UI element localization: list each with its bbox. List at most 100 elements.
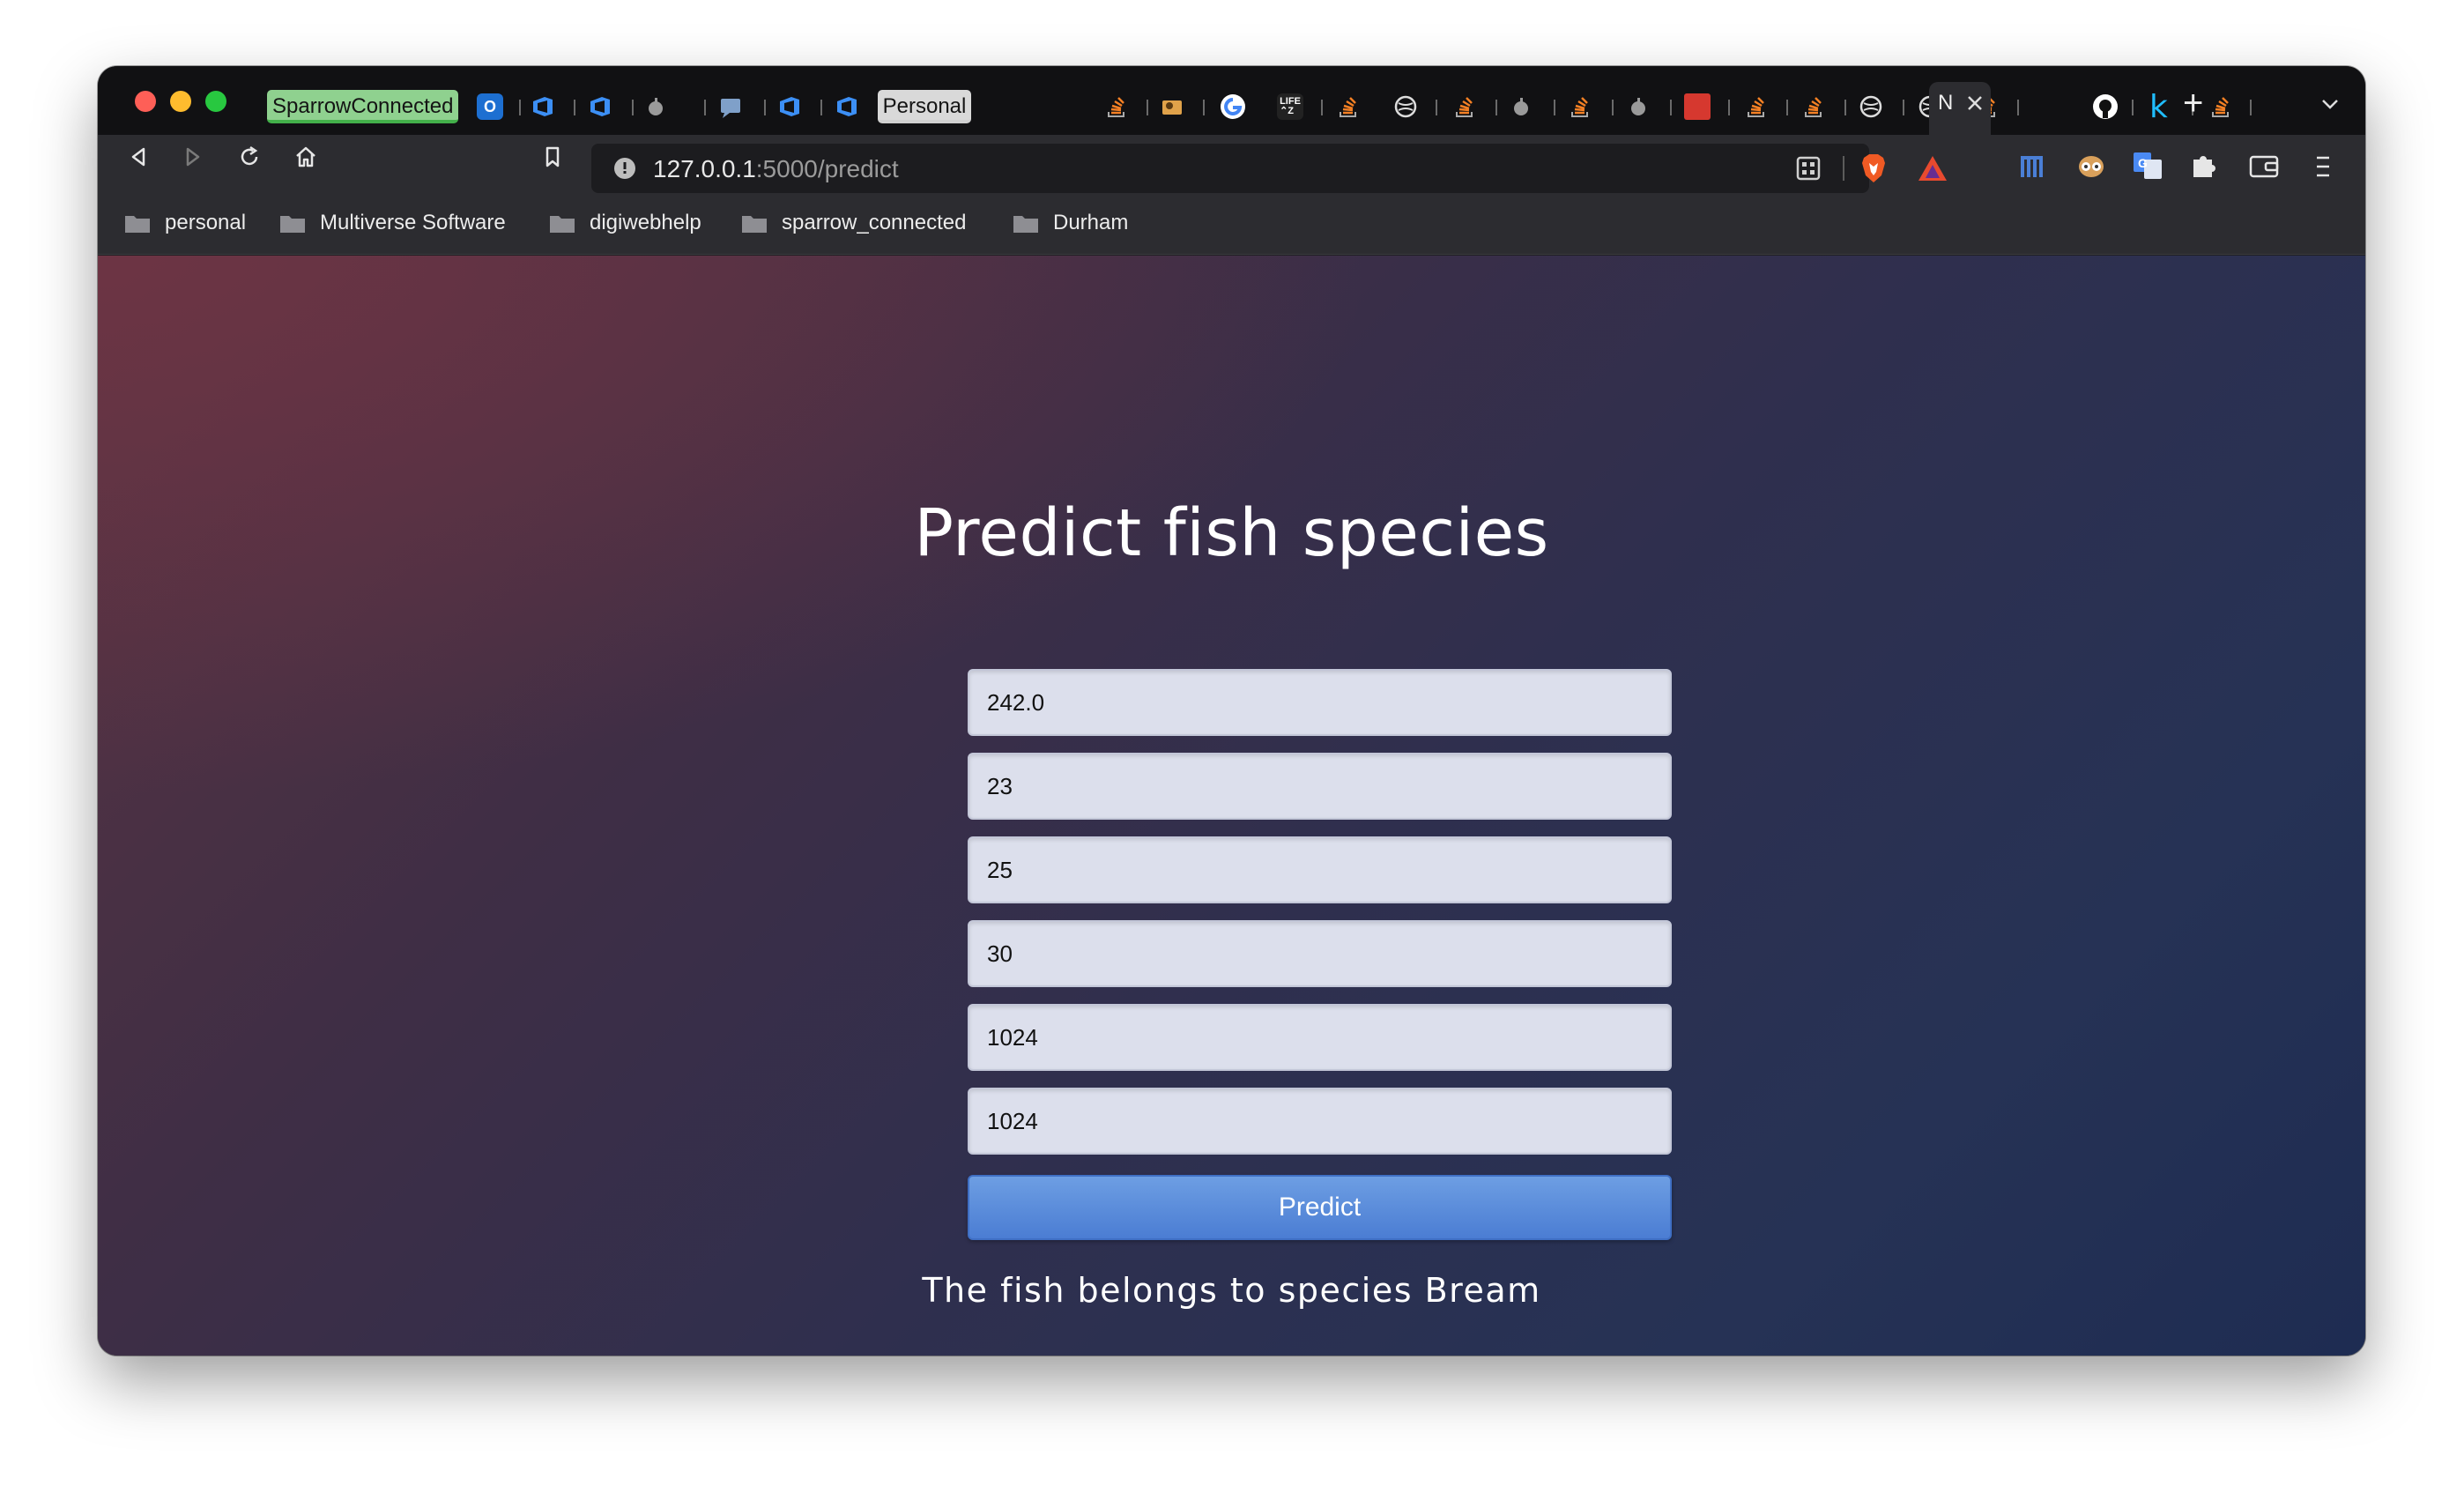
- feature-input[interactable]: [969, 671, 1670, 734]
- bookmark-folder-multiverse[interactable]: Multiverse Software: [279, 207, 506, 239]
- chevron-down-icon[interactable]: [2319, 93, 2342, 115]
- tab-globe-1[interactable]: [1393, 89, 1418, 124]
- back-button[interactable]: [121, 139, 156, 175]
- feedback-icon: [721, 99, 740, 118]
- prediction-result: The fish belongs to species Bream: [922, 1271, 1541, 1310]
- window-maximize-button[interactable]: [205, 91, 226, 112]
- active-tab-title: N: [1938, 91, 1954, 115]
- reload-icon: [241, 145, 258, 166]
- tab-apple-3[interactable]: [1627, 89, 1650, 124]
- input-field-3[interactable]: [968, 836, 1672, 903]
- feature-input[interactable]: [969, 754, 1670, 818]
- tab-strip: SparrowConnected O Personal LIFE ⌃Z N k …: [98, 66, 2365, 135]
- extension-mask-icon[interactable]: [2075, 152, 2107, 181]
- tab-github[interactable]: [2091, 89, 2119, 124]
- input-field-4[interactable]: [968, 920, 1672, 987]
- tab-lifectrlz[interactable]: LIFE ⌃Z: [1277, 89, 1303, 124]
- red-app-icon: [1684, 93, 1711, 120]
- url-path: :5000/predict: [755, 155, 899, 182]
- tab-globe-2[interactable]: [1859, 89, 1883, 124]
- tab-stackoverflow-2[interactable]: [1336, 89, 1361, 124]
- url-text[interactable]: 127.0.0.1:5000/predict: [653, 155, 899, 183]
- reload-button[interactable]: [232, 139, 267, 175]
- azure-devops-icon: [590, 97, 610, 116]
- home-button[interactable]: [288, 139, 323, 175]
- forward-button[interactable]: [175, 139, 211, 175]
- bookmark-folder-digiwebhelp[interactable]: digiwebhelp: [549, 207, 701, 239]
- stackoverflow-icon: [1456, 97, 1473, 117]
- tab-outlook[interactable]: O: [477, 89, 503, 124]
- page-title: Predict fish species: [914, 495, 1549, 571]
- wallet-icon[interactable]: [2248, 151, 2280, 181]
- info-icon[interactable]: [612, 156, 637, 181]
- bookmark-label: Durham: [1053, 211, 1129, 234]
- brave-rewards-icon[interactable]: [1917, 154, 1948, 182]
- stackoverflow-icon: [1805, 97, 1822, 117]
- folder-icon: [125, 216, 150, 233]
- back-arrow-icon: [131, 147, 145, 167]
- window-minimize-button[interactable]: [170, 91, 191, 112]
- bookmark-folder-durham[interactable]: Durham: [1013, 207, 1128, 239]
- bookmark-folder-sparrow[interactable]: sparrow_connected: [741, 207, 966, 239]
- tab-azure-devops-4[interactable]: [834, 89, 860, 124]
- input-field-2[interactable]: [968, 753, 1672, 820]
- tab-stackoverflow-8[interactable]: [2208, 89, 2233, 124]
- input-field-6[interactable]: [968, 1088, 1672, 1155]
- stackoverflow-icon: [2212, 97, 2229, 117]
- bookmark-label: sparrow_connected: [782, 211, 967, 234]
- tab-apple[interactable]: [644, 89, 667, 124]
- brave-shield-icon[interactable]: [1859, 152, 1889, 184]
- window-close-button[interactable]: [135, 91, 156, 112]
- apple-icon: [649, 98, 663, 115]
- tab-feedback[interactable]: [717, 89, 744, 124]
- qr-code-icon[interactable]: [1795, 155, 1822, 182]
- google-translate-icon[interactable]: G: [2132, 151, 2163, 181]
- stackoverflow-icon: [1571, 97, 1588, 117]
- tab-kaggle[interactable]: k: [2149, 88, 2168, 125]
- folder-icon: [280, 216, 305, 233]
- kaggle-icon: k: [2149, 88, 2168, 125]
- tab-active[interactable]: N: [1929, 82, 1991, 135]
- home-icon: [296, 146, 315, 167]
- tab-red-app[interactable]: [1684, 89, 1711, 124]
- folder-icon: [1013, 216, 1038, 233]
- input-field-1[interactable]: [968, 669, 1672, 736]
- tab-stackoverflow-5[interactable]: [1744, 89, 1769, 124]
- tab-group-sparrowconnected[interactable]: SparrowConnected: [267, 89, 459, 124]
- azure-devops-icon: [533, 97, 553, 116]
- tab-azure-devops-1[interactable]: [530, 89, 556, 124]
- tab-stackoverflow-1[interactable]: [1104, 89, 1129, 124]
- folder-icon: [742, 216, 767, 233]
- predict-button[interactable]: Predict: [968, 1175, 1672, 1240]
- stackoverflow-icon: [1748, 97, 1764, 117]
- bookmark-folder-personal[interactable]: personal: [124, 207, 246, 239]
- tab-user[interactable]: [1159, 89, 1185, 124]
- svg-text:G: G: [2138, 156, 2148, 170]
- tab-stackoverflow-3[interactable]: [1452, 89, 1477, 124]
- feature-input[interactable]: [969, 1089, 1670, 1153]
- tab-stackoverflow-4[interactable]: [1568, 89, 1592, 124]
- feature-input[interactable]: [969, 1006, 1670, 1069]
- url-host: 127.0.0.1: [653, 155, 756, 182]
- tab-azure-devops-3[interactable]: [776, 89, 803, 124]
- tab-group-personal[interactable]: Personal: [877, 89, 972, 124]
- extension-blue-bars-icon[interactable]: [2019, 152, 2051, 181]
- tab-google[interactable]: [1219, 89, 1247, 124]
- close-tab-icon[interactable]: [1964, 93, 1985, 114]
- tab-stackoverflow-6[interactable]: [1801, 89, 1826, 124]
- feature-input[interactable]: [969, 838, 1670, 902]
- tab-apple-2[interactable]: [1510, 89, 1533, 124]
- feature-input[interactable]: [969, 922, 1670, 985]
- new-tab-button[interactable]: +: [2183, 85, 2203, 121]
- puzzle-icon[interactable]: [2188, 151, 2218, 181]
- apple-icon: [1631, 98, 1645, 115]
- input-field-5[interactable]: [968, 1004, 1672, 1071]
- tab-azure-devops-2[interactable]: [587, 89, 613, 124]
- tab-group-label: Personal: [877, 90, 972, 123]
- bookmarks-bar: personal Multiverse Software digiwebhelp…: [98, 195, 2365, 255]
- bookmark-label: Multiverse Software: [320, 211, 506, 234]
- bookmark-button[interactable]: [535, 139, 570, 175]
- address-bar[interactable]: 127.0.0.1:5000/predict: [591, 144, 1947, 193]
- google-icon: [1221, 94, 1245, 119]
- hamburger-menu-icon[interactable]: [2310, 152, 2336, 181]
